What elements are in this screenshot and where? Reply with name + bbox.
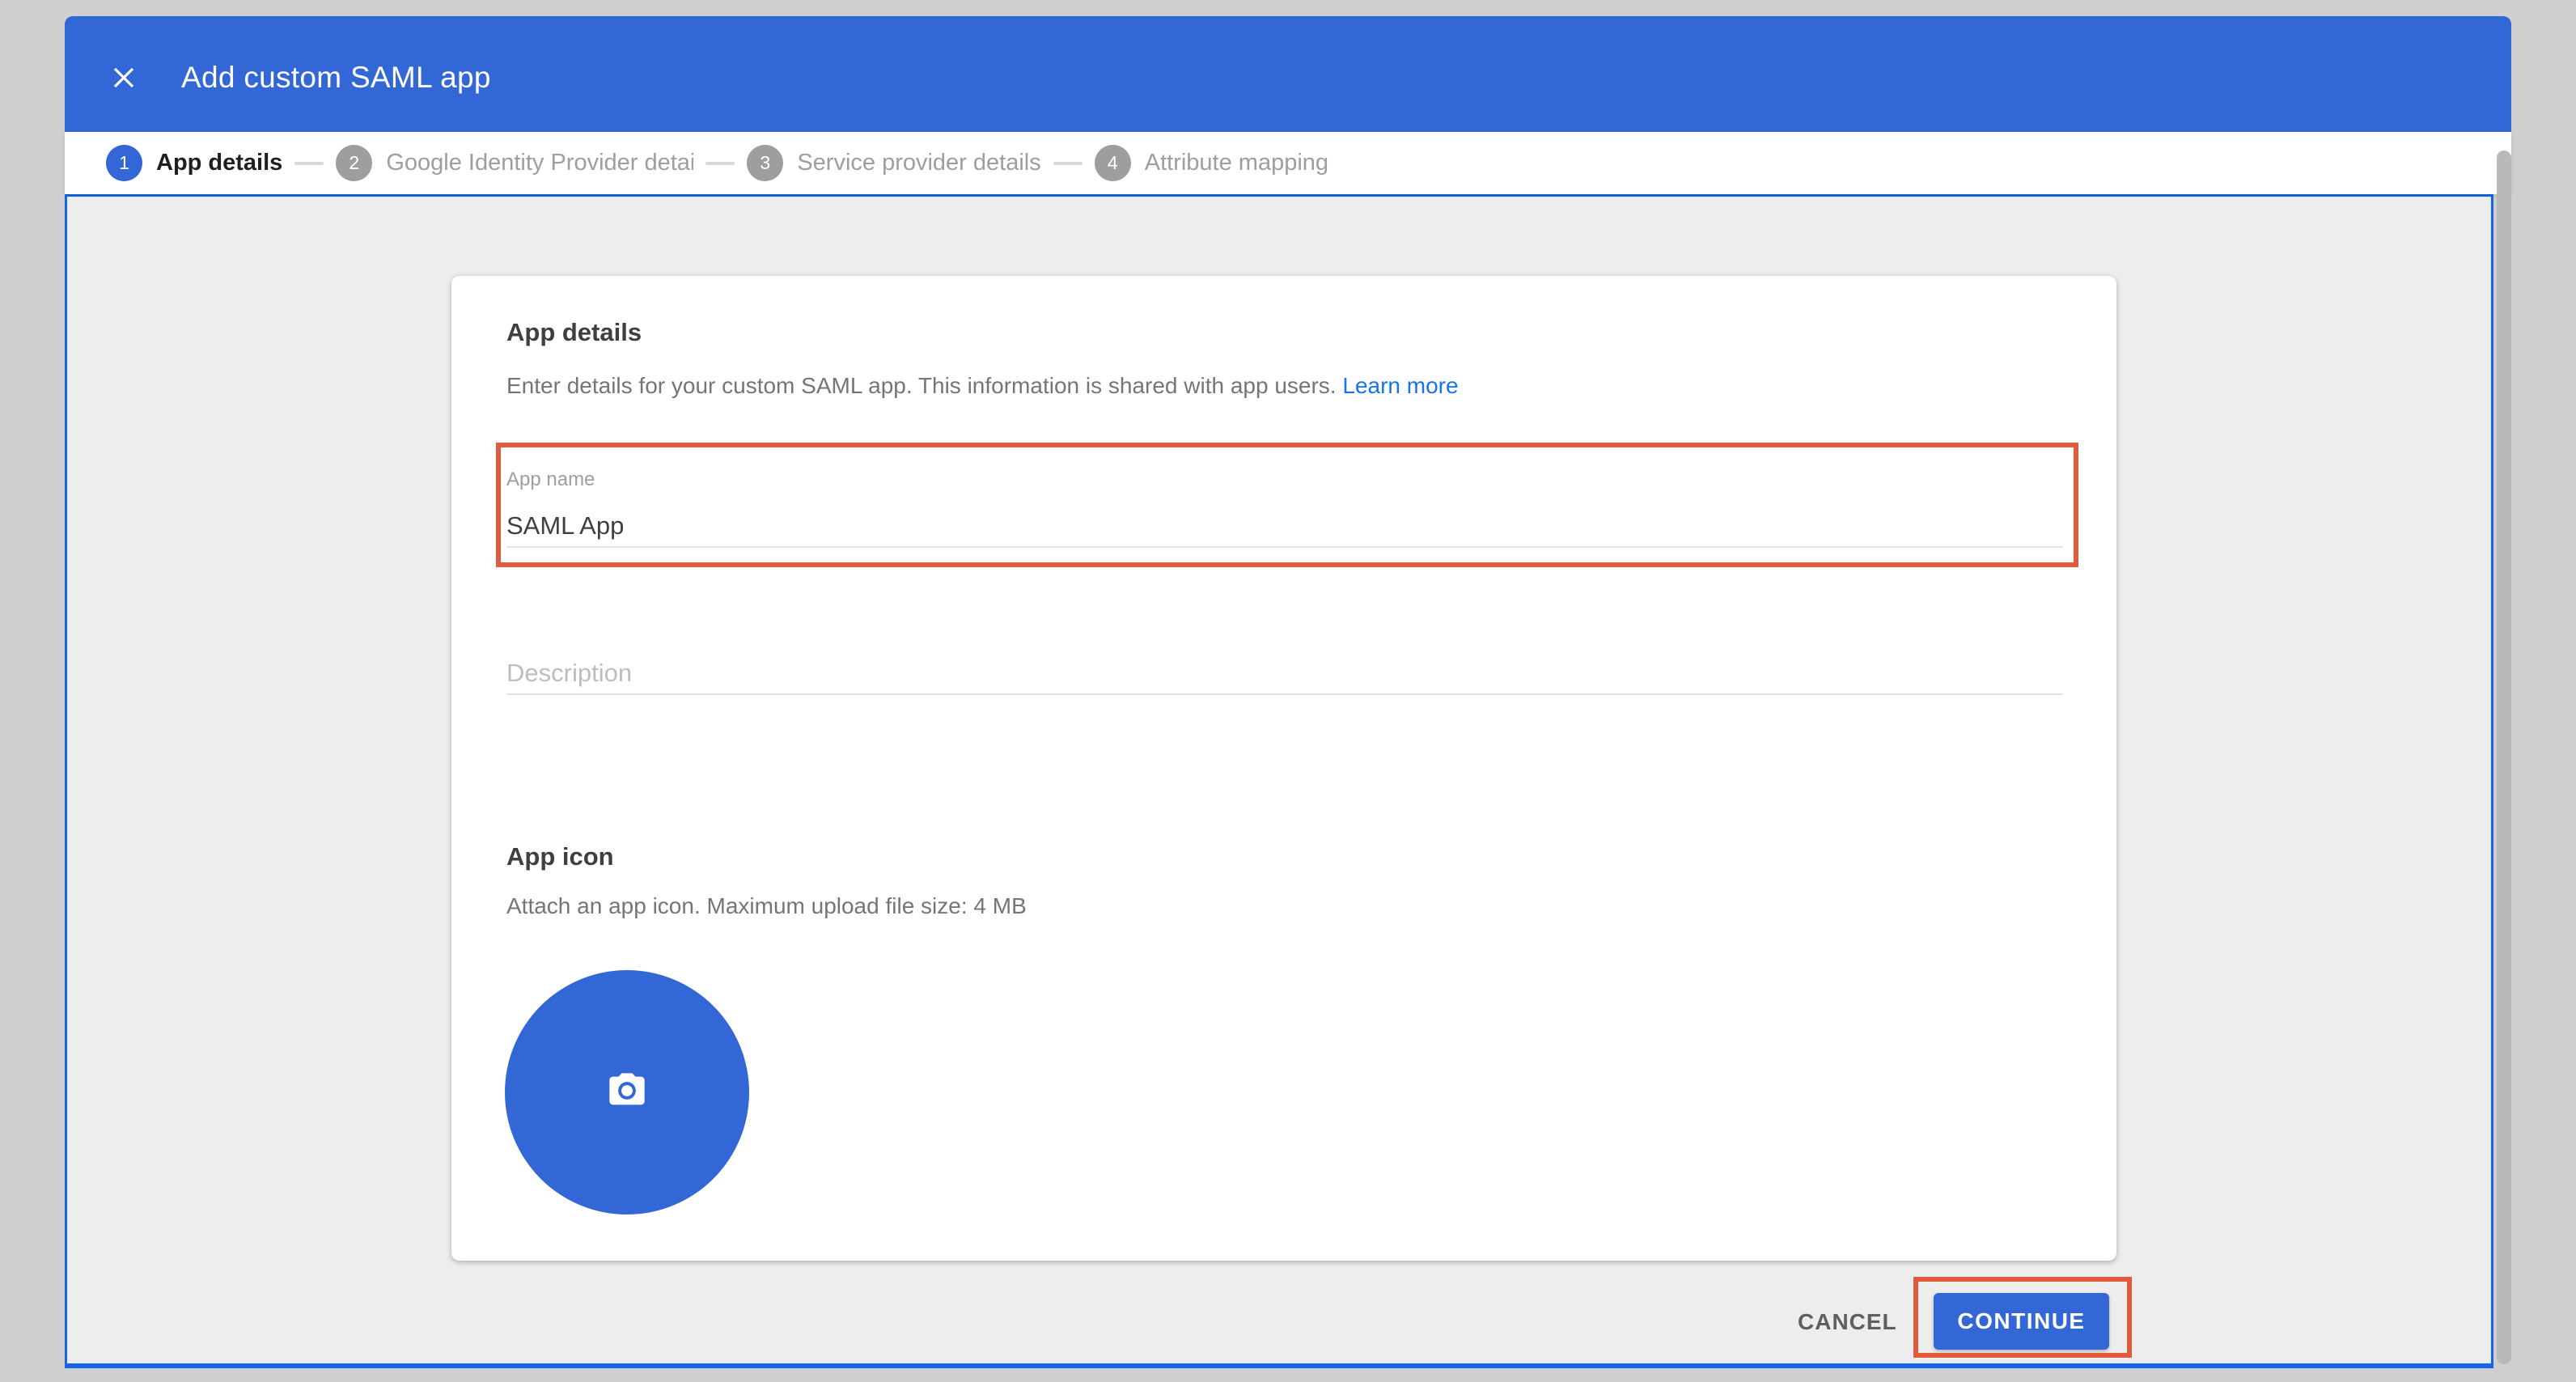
cancel-button[interactable]: CANCEL bbox=[1798, 1309, 1897, 1335]
app-details-description: Enter details for your custom SAML app. … bbox=[506, 373, 1459, 399]
step-service-provider-details[interactable]: 3 Service provider details bbox=[747, 145, 1040, 181]
dialog-title: Add custom SAML app bbox=[181, 61, 491, 95]
step-number-badge: 4 bbox=[1095, 145, 1131, 181]
vertical-scrollbar[interactable] bbox=[2497, 150, 2511, 1364]
step-label: App details bbox=[156, 150, 282, 176]
step-number-badge: 1 bbox=[106, 145, 142, 181]
learn-more-link[interactable]: Learn more bbox=[1342, 373, 1458, 398]
app-icon-description: Attach an app icon. Maximum upload file … bbox=[506, 893, 1027, 919]
app-name-label: App name bbox=[506, 468, 595, 491]
stepper: 1 App details 2 Google Identity Provider… bbox=[65, 132, 2511, 194]
step-separator bbox=[294, 162, 324, 165]
step-number-badge: 2 bbox=[336, 145, 372, 181]
continue-button[interactable]: CONTINUE bbox=[1934, 1293, 2109, 1350]
step-separator bbox=[705, 162, 735, 165]
step-app-details[interactable]: 1 App details bbox=[106, 145, 282, 181]
app-details-card: App details Enter details for your custo… bbox=[451, 276, 2116, 1261]
app-name-annotation-highlight bbox=[496, 443, 2078, 567]
step-label: Service provider details bbox=[797, 150, 1040, 176]
step-number-badge: 3 bbox=[747, 145, 783, 181]
camera-icon bbox=[606, 1070, 648, 1116]
step-separator bbox=[1053, 162, 1083, 165]
app-details-heading: App details bbox=[506, 318, 642, 347]
description-input[interactable] bbox=[506, 653, 2063, 695]
step-label: Attribute mapping bbox=[1145, 150, 1328, 176]
step-google-idp-details[interactable]: 2 Google Identity Provider details bbox=[336, 145, 693, 181]
close-icon[interactable] bbox=[105, 59, 142, 96]
app-icon-heading: App icon bbox=[506, 842, 614, 871]
app-icon-upload-button[interactable] bbox=[505, 970, 749, 1215]
app-name-input[interactable] bbox=[506, 506, 2063, 548]
dialog-header: Add custom SAML app bbox=[65, 16, 2511, 132]
step-attribute-mapping[interactable]: 4 Attribute mapping bbox=[1095, 145, 1328, 181]
step-label: Google Identity Provider details bbox=[386, 150, 693, 176]
